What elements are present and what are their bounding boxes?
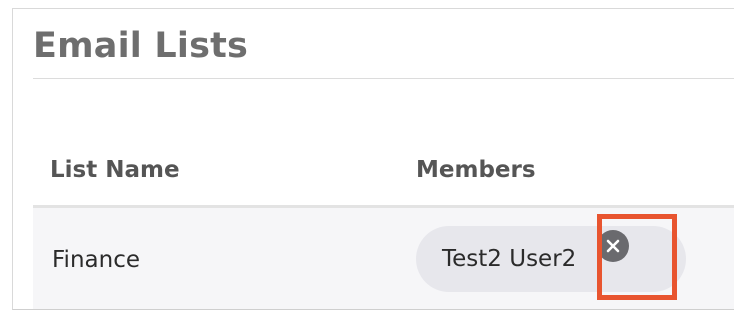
- column-header-members: Members: [416, 157, 536, 183]
- title-divider: [33, 78, 734, 79]
- column-header-list-name: List Name: [50, 157, 180, 183]
- email-lists-panel: Email Lists List Name Members Finance Te…: [12, 8, 734, 310]
- screenshot-frame: Email Lists List Name Members Finance Te…: [0, 0, 734, 324]
- table-row: Finance Test2 User2: [33, 208, 734, 309]
- member-chip: Test2 User2: [416, 226, 686, 292]
- page-title: Email Lists: [33, 26, 249, 66]
- remove-member-button[interactable]: [597, 230, 629, 262]
- close-circle-icon: [606, 239, 620, 253]
- member-chip-label: Test2 User2: [442, 246, 577, 272]
- list-name-cell: Finance: [52, 247, 140, 273]
